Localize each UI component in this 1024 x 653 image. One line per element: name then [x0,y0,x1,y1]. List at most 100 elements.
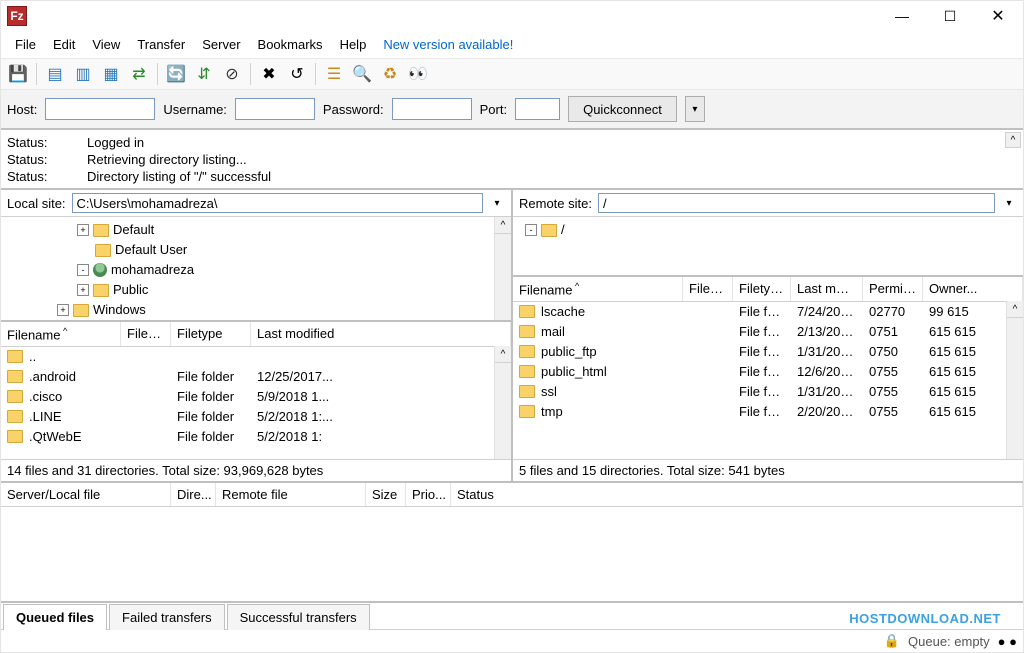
menu-server[interactable]: Server [196,35,246,54]
titlebar: Fz — ☐ ✕ [1,1,1023,31]
col-owner[interactable]: Owner... [923,277,1023,301]
tab-success[interactable]: Successful transfers [227,604,370,630]
qcol-status[interactable]: Status [451,483,1023,506]
qcol-size[interactable]: Size [366,483,406,506]
expander-icon[interactable]: + [77,284,89,296]
file-mod: 1/31/201... [791,382,863,402]
expander-icon[interactable]: - [77,264,89,276]
remote-site-input[interactable] [598,193,995,213]
file-row[interactable]: lscache File fol... 7/24/201... 02770 99… [513,302,1023,322]
remote-list-scrollbar[interactable]: ^ [1006,301,1023,459]
log-panel: ^ Status:Logged inStatus:Retrieving dire… [1,130,1023,190]
local-list[interactable]: Filename ^ Filesize Filetype Last modifi… [1,322,511,459]
file-row[interactable]: .android File folder 12/25/2017... [1,367,511,387]
col-filesize[interactable]: Filesize [121,322,171,346]
maximize-button[interactable]: ☐ [927,2,973,30]
file-perm: 0755 [863,362,923,382]
file-size [121,347,171,367]
file-row[interactable]: .cisco File folder 5/9/2018 1... [1,387,511,407]
site-manager-icon[interactable]: 💾 [5,61,31,87]
file-row[interactable]: public_html File fol... 12/6/201... 0755… [513,362,1023,382]
tree-item[interactable]: +Windows [7,300,505,320]
local-tree-scrollbar[interactable]: ^ [494,217,511,320]
quickconnect-dropdown[interactable]: ▾ [685,96,705,122]
cancel-icon[interactable]: ⊘ [219,61,245,87]
col-permissions[interactable]: Permis... [863,277,923,301]
menu-new-version[interactable]: New version available! [377,35,519,54]
toggle-log-icon[interactable]: ▤ [42,61,68,87]
minimize-button[interactable]: — [879,2,925,30]
host-input[interactable] [45,98,155,120]
local-list-scrollbar[interactable]: ^ [494,346,511,459]
file-name: public_ftp [535,342,683,362]
file-row[interactable]: public_ftp File fol... 1/31/201... 0750 … [513,342,1023,362]
local-status: 14 files and 31 directories. Total size:… [1,459,511,481]
toggle-queue-icon[interactable]: ▦ [98,61,124,87]
refresh-icon[interactable]: 🔄 [163,61,189,87]
quickconnect-button[interactable]: Quickconnect [568,96,677,122]
col-filetype[interactable]: Filetype [733,277,791,301]
username-input[interactable] [235,98,315,120]
expander-icon[interactable]: + [77,224,89,236]
folder-icon [7,350,23,363]
col-filesize[interactable]: Filesize [683,277,733,301]
col-lastmod[interactable]: Last mod... [791,277,863,301]
qcol-priority[interactable]: Prio... [406,483,451,506]
file-name: tmp [535,402,683,422]
local-tree[interactable]: +DefaultDefault User-mohamadreza+Public+… [1,217,511,322]
reconnect-icon[interactable]: ↺ [284,61,310,87]
folder-icon [519,405,535,418]
menu-transfer[interactable]: Transfer [131,35,191,54]
menu-file[interactable]: File [9,35,42,54]
password-input[interactable] [392,98,472,120]
tree-label: Default User [115,240,187,260]
search-icon[interactable]: 🔍 [349,61,375,87]
menu-edit[interactable]: Edit [47,35,81,54]
local-site-dropdown[interactable]: ▾ [489,198,505,209]
scroll-up-icon[interactable]: ^ [495,217,511,234]
qcol-direction[interactable]: Dire... [171,483,216,506]
local-site-input[interactable] [72,193,483,213]
sync-browse-icon[interactable]: ⇄ [126,61,152,87]
tree-item[interactable]: +Default [7,220,505,240]
close-button[interactable]: ✕ [975,2,1021,30]
tab-failed[interactable]: Failed transfers [109,604,225,630]
remote-tree[interactable]: -/ [513,217,1023,277]
filter-icon[interactable]: ☰ [321,61,347,87]
toggle-tree-icon[interactable]: ▥ [70,61,96,87]
process-queue-icon[interactable]: ⇵ [191,61,217,87]
file-row[interactable]: .LINE File folder 5/2/2018 1:... [1,407,511,427]
col-lastmod[interactable]: Last modified [251,322,511,346]
expander-icon[interactable]: - [525,224,537,236]
tree-item[interactable]: -mohamadreza [7,260,505,280]
file-row[interactable]: mail File fol... 2/13/201... 0751 615 61… [513,322,1023,342]
menu-view[interactable]: View [86,35,126,54]
tree-item[interactable]: +Public [7,280,505,300]
remote-site-dropdown[interactable]: ▾ [1001,198,1017,209]
file-row[interactable]: .QtWebE File folder 5/2/2018 1: [1,427,511,447]
menu-help[interactable]: Help [334,35,373,54]
file-mod: 5/2/2018 1:... [251,407,511,427]
tab-queued[interactable]: Queued files [3,604,107,630]
file-row[interactable]: .. [1,347,511,367]
menubar: File Edit View Transfer Server Bookmarks… [1,31,1023,58]
tree-item[interactable]: Default User [7,240,505,260]
port-input[interactable] [515,98,560,120]
folder-icon [519,325,535,338]
file-row[interactable]: ssl File fol... 1/31/201... 0755 615 615 [513,382,1023,402]
file-row[interactable]: tmp File fol... 2/20/201... 0755 615 615 [513,402,1023,422]
col-filetype[interactable]: Filetype [171,322,251,346]
folder-icon [95,244,111,257]
tree-item[interactable]: -/ [519,220,1017,240]
disconnect-icon[interactable]: ✖ [256,61,282,87]
binoculars-icon[interactable]: 👀 [405,61,431,87]
qcol-server[interactable]: Server/Local file [1,483,171,506]
compare-icon[interactable]: ♻ [377,61,403,87]
remote-list[interactable]: Filename ^ Filesize Filetype Last mod...… [513,277,1023,459]
menu-bookmarks[interactable]: Bookmarks [252,35,329,54]
scroll-up-icon[interactable]: ^ [1005,132,1021,148]
expander-icon[interactable]: + [57,304,69,316]
qcol-remote[interactable]: Remote file [216,483,366,506]
file-mod: 2/20/201... [791,402,863,422]
log-label: Status: [7,151,87,168]
